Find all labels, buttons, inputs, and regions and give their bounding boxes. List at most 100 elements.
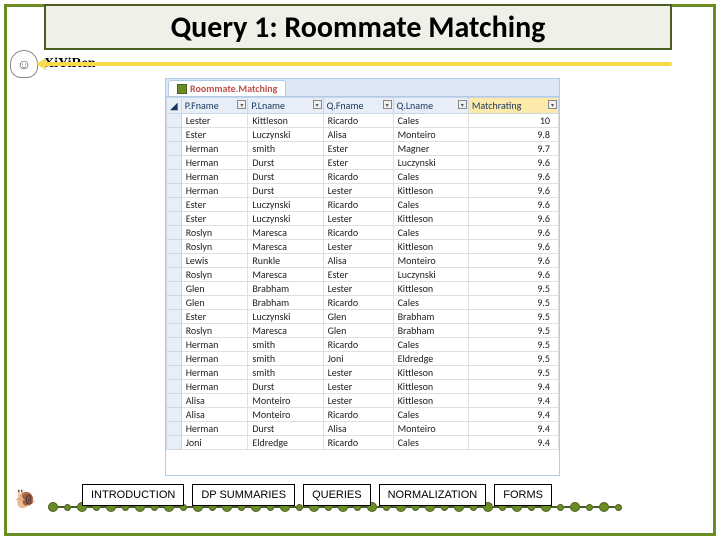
cell: 9.4 [468,394,558,408]
cell: Lester [323,184,393,198]
table-row[interactable]: EsterLuczynskiAlisaMonteiro9.8 [167,128,559,142]
table-row[interactable]: AlisaMonteiroLesterKittleson9.4 [167,394,559,408]
cell: Kittleson [393,282,468,296]
cell: Eldredge [393,352,468,366]
table-row[interactable]: RoslynMarescaLesterKittleson9.6 [167,240,559,254]
tab-roommate-matching[interactable]: Roommate.Matching [168,80,286,96]
table-row[interactable]: RoslynMarescaGlenBrabham9.5 [167,324,559,338]
cell: Glen [323,310,393,324]
cell: Kittleson [393,184,468,198]
col-plname[interactable]: P.Lname▾ [248,98,323,114]
table-row[interactable]: HermansmithRicardoCales9.5 [167,338,559,352]
table-row[interactable]: LesterKittlesonRicardoCales10 [167,114,559,128]
row-header[interactable] [167,394,182,408]
table-row[interactable]: EsterLuczynskiLesterKittleson9.6 [167,212,559,226]
cell: Eldredge [248,436,323,450]
table-row[interactable]: HermanDurstLesterKittleson9.6 [167,184,559,198]
row-header[interactable] [167,114,182,128]
cell: 9.6 [468,254,558,268]
cell: Ester [181,310,248,324]
row-header[interactable] [167,352,182,366]
row-header[interactable] [167,198,182,212]
nav-normalization[interactable]: NORMALIZATION [379,484,487,506]
dropdown-icon[interactable]: ▾ [458,100,467,109]
row-header[interactable] [167,184,182,198]
table-row[interactable]: HermansmithEsterMagner9.7 [167,142,559,156]
cell: Ricardo [323,408,393,422]
table-row[interactable]: HermansmithJoniEldredge9.5 [167,352,559,366]
row-header[interactable] [167,142,182,156]
cell: Luczynski [393,156,468,170]
row-header[interactable] [167,422,182,436]
cell: Lester [323,380,393,394]
col-matchrating[interactable]: Matchrating▾ [468,98,558,114]
cell: Roslyn [181,226,248,240]
cell: Herman [181,170,248,184]
row-header[interactable] [167,268,182,282]
row-header[interactable] [167,324,182,338]
table-row[interactable]: GlenBrabhamLesterKittleson9.5 [167,282,559,296]
cell: Luczynski [248,310,323,324]
table-row[interactable]: EsterLuczynskiRicardoCales9.6 [167,198,559,212]
table-row[interactable]: HermanDurstLesterKittleson9.4 [167,380,559,394]
cell: Ester [323,142,393,156]
cell: Ester [181,198,248,212]
table-row[interactable]: GlenBrabhamRicardoCales9.5 [167,296,559,310]
table-row[interactable]: EsterLuczynskiGlenBrabham9.5 [167,310,559,324]
cell: Cales [393,436,468,450]
table-row[interactable]: HermanDurstAlisaMonteiro9.4 [167,422,559,436]
cell: 9.5 [468,296,558,310]
table-row[interactable]: RoslynMarescaEsterLuczynski9.6 [167,268,559,282]
nav-forms[interactable]: FORMS [494,484,552,506]
dropdown-icon[interactable]: ▾ [313,100,322,109]
row-header[interactable] [167,128,182,142]
row-header[interactable] [167,226,182,240]
table-row[interactable]: LewisRunkleAlisaMonteiro9.6 [167,254,559,268]
cell: 9.8 [468,128,558,142]
dropdown-icon[interactable]: ▾ [383,100,392,109]
cell: Kittleson [393,366,468,380]
cell: 9.5 [468,366,558,380]
row-header[interactable] [167,366,182,380]
row-header[interactable] [167,212,182,226]
row-header[interactable] [167,156,182,170]
cell: Magner [393,142,468,156]
cell: Herman [181,352,248,366]
cell: 9.4 [468,408,558,422]
select-all-cell[interactable]: ◢ [167,98,182,114]
table-row[interactable]: AlisaMonteiroRicardoCales9.4 [167,408,559,422]
table-row[interactable]: HermanDurstRicardoCales9.6 [167,170,559,184]
row-header[interactable] [167,282,182,296]
table-row[interactable]: HermansmithLesterKittleson9.5 [167,366,559,380]
row-header[interactable] [167,436,182,450]
col-pfname[interactable]: P.Fname▾ [181,98,248,114]
row-header[interactable] [167,240,182,254]
cell: 9.5 [468,338,558,352]
dropdown-icon[interactable]: ▾ [237,100,246,109]
col-qfname[interactable]: Q.Fname▾ [323,98,393,114]
table-row[interactable]: HermanDurstEsterLuczynski9.6 [167,156,559,170]
nav-introduction[interactable]: INTRODUCTION [82,484,184,506]
dropdown-icon[interactable]: ▾ [548,100,557,109]
cell: Lester [323,240,393,254]
cell: Ricardo [323,114,393,128]
col-qlname[interactable]: Q.Lname▾ [393,98,468,114]
row-header[interactable] [167,170,182,184]
table-row[interactable]: JoniEldredgeRicardoCales9.4 [167,436,559,450]
table-row[interactable]: RoslynMarescaRicardoCales9.6 [167,226,559,240]
cell: Brabham [248,282,323,296]
cell: Lester [323,212,393,226]
row-header[interactable] [167,310,182,324]
cell: Ricardo [323,198,393,212]
cell: 9.6 [468,212,558,226]
row-header[interactable] [167,408,182,422]
nav-dp-summaries[interactable]: DP SUMMARIES [192,484,295,506]
cell: 9.5 [468,352,558,366]
row-header[interactable] [167,380,182,394]
cell: Herman [181,366,248,380]
row-header[interactable] [167,254,182,268]
row-header[interactable] [167,296,182,310]
cell: Ricardo [323,338,393,352]
row-header[interactable] [167,338,182,352]
nav-queries[interactable]: QUERIES [303,484,371,506]
